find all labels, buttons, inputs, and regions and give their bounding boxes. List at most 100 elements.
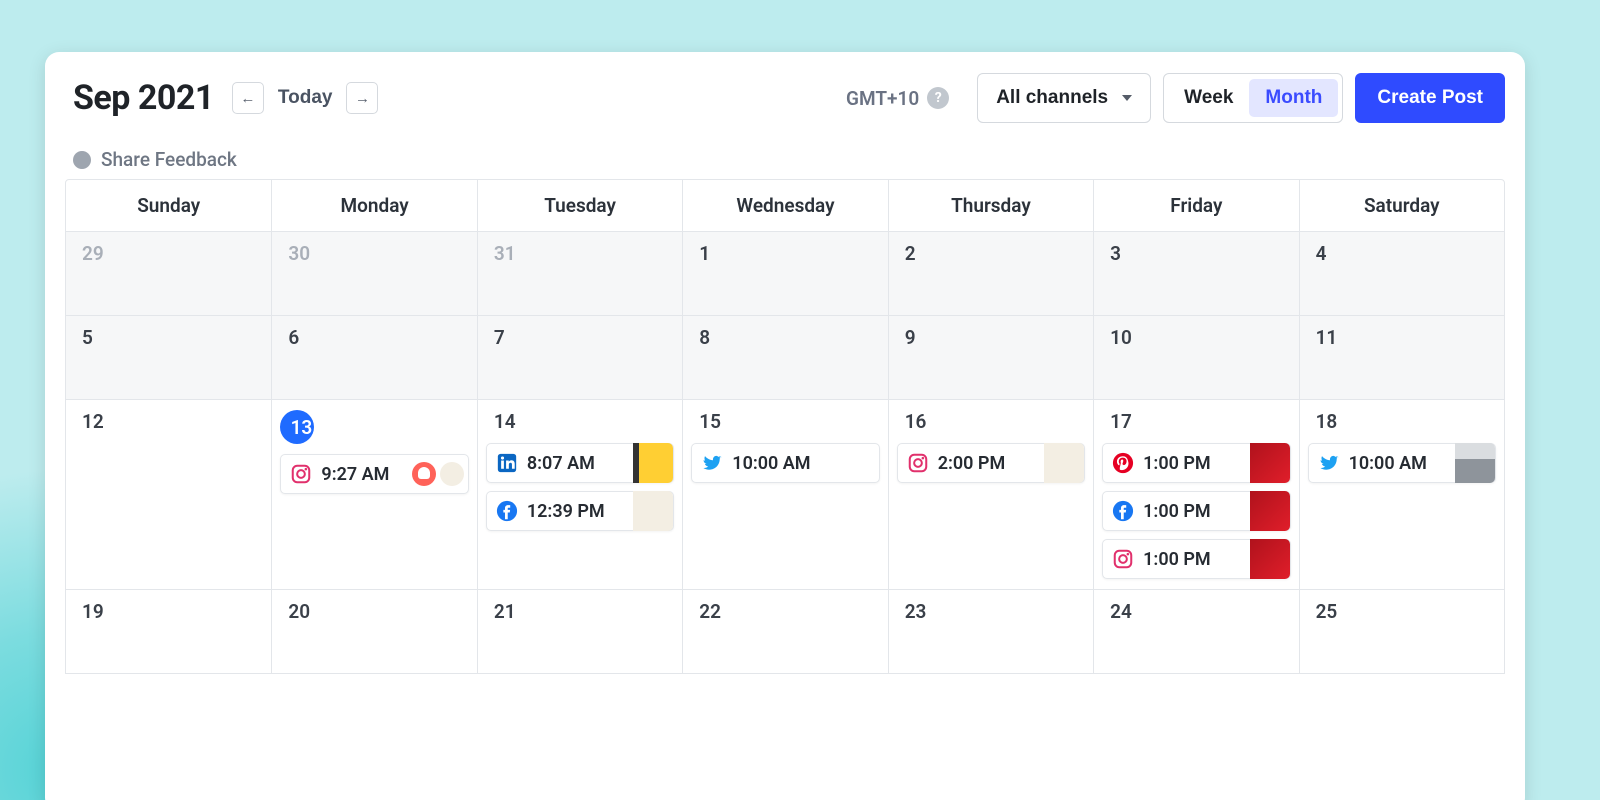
calendar-cell[interactable]: 14 8:07 AM 12:39 PM — [477, 399, 682, 589]
post-time: 10:00 AM — [1349, 453, 1455, 474]
calendar-cell[interactable]: 5 — [66, 315, 271, 399]
calendar-cell[interactable]: 9 — [888, 315, 1093, 399]
day-of-week-label: Thursday — [888, 180, 1093, 231]
calendar-cell[interactable]: 24 — [1093, 589, 1298, 673]
day-number: 24 — [1102, 600, 1290, 623]
calendar-cell[interactable]: 4 — [1299, 231, 1504, 315]
post-time: 8:07 AM — [527, 453, 633, 474]
day-number: 10 — [1102, 326, 1290, 349]
calendar-cell[interactable]: 29 — [66, 231, 271, 315]
day-of-week-label: Wednesday — [682, 180, 887, 231]
day-number: 11 — [1308, 326, 1496, 349]
calendar-cell[interactable]: 30 — [271, 231, 476, 315]
next-month-button[interactable]: → — [346, 82, 378, 114]
day-number: 2 — [897, 242, 1085, 265]
today-button[interactable]: Today — [278, 87, 333, 109]
scheduled-post[interactable]: 1:00 PM — [1102, 539, 1290, 579]
twitter-icon — [700, 451, 724, 475]
channels-dropdown[interactable]: All channels — [977, 73, 1151, 123]
day-number: 17 — [1102, 410, 1290, 433]
calendar-cell[interactable]: 3 — [1093, 231, 1298, 315]
post-thumbnail — [1250, 539, 1290, 579]
pinterest-icon — [1111, 451, 1135, 475]
day-number: 31 — [486, 242, 674, 265]
calendar-cell[interactable]: 23 — [888, 589, 1093, 673]
post-thumbnail — [633, 443, 673, 483]
calendar-cell[interactable]: 6 — [271, 315, 476, 399]
day-number: 16 — [897, 410, 1085, 433]
chevron-down-icon — [1122, 95, 1132, 101]
share-feedback-link[interactable]: Share Feedback — [73, 148, 1505, 171]
calendar-cell[interactable]: 13 9:27 AM — [271, 399, 476, 589]
day-number: 6 — [280, 326, 468, 349]
calendar-cell[interactable]: 7 — [477, 315, 682, 399]
calendar-cell[interactable]: 16 2:00 PM — [888, 399, 1093, 589]
day-number: 3 — [1102, 242, 1290, 265]
scheduled-post[interactable]: 12:39 PM — [486, 491, 674, 531]
calendar: SundayMondayTuesdayWednesdayThursdayFrid… — [65, 179, 1505, 674]
help-icon[interactable]: ? — [927, 87, 949, 109]
day-number: 8 — [691, 326, 879, 349]
post-time: 12:39 PM — [527, 501, 633, 522]
calendar-cell[interactable]: 22 — [682, 589, 887, 673]
post-time: 2:00 PM — [938, 453, 1044, 474]
calendar-cell[interactable]: 1810:00 AM — [1299, 399, 1504, 589]
day-number: 15 — [691, 410, 879, 433]
calendar-cell[interactable]: 19 — [66, 589, 271, 673]
scheduled-post[interactable]: 10:00 AM — [1308, 443, 1496, 483]
day-number: 5 — [74, 326, 263, 349]
view-week-button[interactable]: Week — [1168, 79, 1249, 117]
day-number: 22 — [691, 600, 879, 623]
day-number: 19 — [74, 600, 263, 623]
facebook-icon — [1111, 499, 1135, 523]
post-thumbnail — [1250, 443, 1290, 483]
day-number-today: 13 — [280, 410, 314, 444]
arrow-right-icon: → — [355, 90, 370, 107]
calendar-cell[interactable]: 1 — [682, 231, 887, 315]
calendar-cell[interactable]: 17 1:00 PM 1:00 PM 1:00 PM — [1093, 399, 1298, 589]
instagram-icon — [289, 462, 313, 486]
calendar-cell[interactable]: 21 — [477, 589, 682, 673]
instagram-icon — [1111, 547, 1135, 571]
day-number: 25 — [1308, 600, 1496, 623]
day-number: 1 — [691, 242, 879, 265]
create-post-button[interactable]: Create Post — [1355, 73, 1505, 123]
post-thumbnail — [412, 462, 436, 486]
calendar-cell[interactable]: 12 — [66, 399, 271, 589]
post-thumbnail — [1044, 443, 1084, 483]
header: Sep 2021 ← Today → GMT+10 ? All channels… — [65, 72, 1505, 124]
calendar-cell[interactable]: 11 — [1299, 315, 1504, 399]
chat-icon — [73, 151, 91, 169]
post-time: 1:00 PM — [1143, 501, 1249, 522]
post-time: 9:27 AM — [321, 464, 411, 485]
calendar-grid: 293031123456789101112139:27 AM148:07 AM1… — [66, 231, 1504, 673]
day-of-week-label: Saturday — [1299, 180, 1504, 231]
view-month-button[interactable]: Month — [1249, 79, 1338, 117]
scheduled-post[interactable]: 2:00 PM — [897, 443, 1085, 483]
calendar-cell[interactable]: 25 — [1299, 589, 1504, 673]
calendar-cell[interactable]: 2 — [888, 231, 1093, 315]
day-number: 29 — [74, 242, 263, 265]
scheduled-post[interactable]: 10:00 AM — [691, 443, 879, 483]
day-number: 9 — [897, 326, 1085, 349]
timezone-label: GMT+10 — [846, 87, 919, 110]
prev-month-button[interactable]: ← — [232, 82, 264, 114]
month-title: Sep 2021 — [73, 78, 214, 118]
day-number: 21 — [486, 600, 674, 623]
day-number: 7 — [486, 326, 674, 349]
day-number: 12 — [74, 410, 263, 433]
calendar-cell[interactable]: 31 — [477, 231, 682, 315]
scheduled-post[interactable]: 1:00 PM — [1102, 443, 1290, 483]
post-thumbnail — [440, 462, 464, 486]
calendar-cell[interactable]: 20 — [271, 589, 476, 673]
calendar-cell[interactable]: 8 — [682, 315, 887, 399]
scheduled-post[interactable]: 8:07 AM — [486, 443, 674, 483]
day-of-week-header: SundayMondayTuesdayWednesdayThursdayFrid… — [66, 180, 1504, 231]
arrow-left-icon: ← — [240, 90, 255, 107]
day-number: 23 — [897, 600, 1085, 623]
scheduled-post[interactable]: 1:00 PM — [1102, 491, 1290, 531]
day-number: 14 — [486, 410, 674, 433]
calendar-cell[interactable]: 10 — [1093, 315, 1298, 399]
calendar-cell[interactable]: 15 10:00 AM — [682, 399, 887, 589]
scheduled-post[interactable]: 9:27 AM — [280, 454, 468, 494]
